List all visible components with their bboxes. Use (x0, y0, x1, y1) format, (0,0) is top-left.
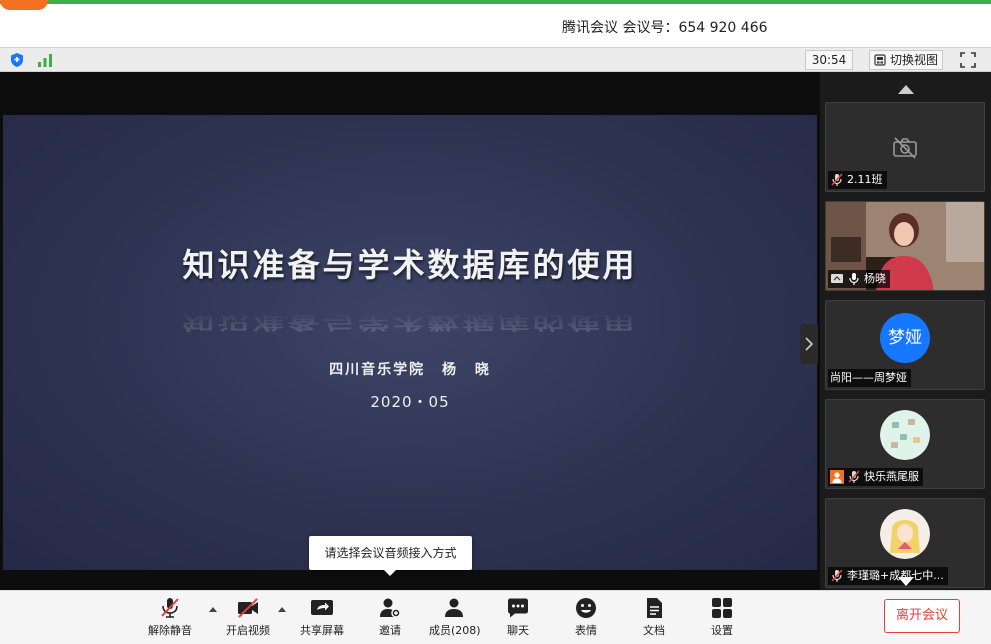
switch-view-button[interactable]: 切换视图 (869, 50, 943, 70)
main-stage: 知识准备与学术数据库的使用 知识准备与学术数据库的使用 四川音乐学院 杨 晓 2… (0, 72, 991, 590)
audio-tooltip: 请选择会议音频接入方式 (309, 536, 472, 570)
scroll-up-icon[interactable] (896, 82, 916, 96)
app-logo (0, 0, 48, 10)
participant-tile[interactable]: 梦娅 尚阳——周梦娅 (825, 300, 985, 390)
slide-date: 2020・05 (370, 393, 450, 411)
chat-button[interactable]: 聊天 (504, 597, 532, 641)
mic-muted-icon (831, 173, 843, 186)
slide-author: 四川音乐学院 杨 晓 (329, 362, 491, 378)
participant-name: 尚阳——周梦娅 (828, 369, 911, 387)
participant-tile[interactable]: 杨晓 (825, 201, 985, 291)
mic-muted-icon (161, 598, 179, 618)
switch-view-icon (874, 54, 886, 66)
leave-meeting-button[interactable]: 离开会议 (884, 599, 960, 633)
participant-name: 李瑾璐+成都七中... (828, 567, 948, 585)
screen-share-icon (831, 274, 843, 283)
fullscreen-icon[interactable] (960, 52, 976, 68)
shield-icon[interactable] (9, 52, 25, 68)
mic-muted-icon (831, 569, 843, 582)
emoji-icon (576, 598, 596, 618)
settings-grid-icon (712, 598, 732, 618)
camera-off-icon (893, 137, 917, 159)
share-screen-button[interactable]: 共享屏幕 (299, 597, 345, 641)
audio-options-caret-icon[interactable] (208, 605, 218, 613)
host-icon (830, 470, 844, 484)
switch-view-label: 切换视图 (890, 53, 939, 67)
tooltip-arrow (383, 569, 397, 576)
video-options-caret-icon[interactable] (277, 605, 287, 613)
status-bar: 30:54 切换视图 (0, 47, 991, 72)
chat-icon (508, 598, 528, 618)
scroll-down-icon[interactable] (896, 575, 916, 589)
shared-screen: 知识准备与学术数据库的使用 知识准备与学术数据库的使用 四川音乐学院 杨 晓 2… (3, 115, 817, 570)
slide-title-reflection: 知识准备与学术数据库的使用 (182, 312, 638, 333)
video-off-icon (238, 598, 258, 618)
invite-user-icon (380, 598, 401, 618)
participant-panel: 2.11班 杨晓 梦娅 尚阳——周梦娅 快乐燕尾服 李瑾璐+成都七中... (820, 72, 991, 590)
meeting-timer: 30:54 (805, 50, 853, 70)
mic-icon (849, 273, 859, 285)
avatar (880, 509, 930, 559)
settings-button[interactable]: 设置 (708, 597, 736, 641)
members-button[interactable]: 成员(208) (429, 597, 481, 641)
title-bar: 腾讯会议 会议号：654 920 466 (0, 0, 991, 47)
meeting-window: 腾讯会议 会议号：654 920 466 30:54 切换视图 知识准备与学术数… (0, 0, 991, 644)
reactions-button[interactable]: 表情 (572, 597, 600, 641)
participant-name: 快乐燕尾服 (828, 468, 923, 486)
participant-name: 2.11班 (828, 171, 887, 189)
unmute-button[interactable]: 解除静音 (146, 597, 194, 641)
invite-button[interactable]: 邀请 (375, 597, 405, 641)
meeting-title: 腾讯会议 会议号：654 920 466 (562, 20, 768, 36)
participant-tile[interactable]: 2.11班 (825, 102, 985, 192)
slide-title: 知识准备与学术数据库的使用 (182, 246, 638, 284)
bottom-toolbar: 解除静音 开启视频 共享屏幕 邀请 成员(208) 聊天 表情 文档 设置 离开… (0, 590, 991, 644)
members-icon (445, 598, 463, 617)
start-video-button[interactable]: 开启视频 (224, 597, 272, 641)
avatar: 梦娅 (880, 313, 930, 363)
avatar (880, 410, 930, 460)
participant-name: 杨晓 (828, 270, 890, 288)
mic-muted-icon (848, 470, 860, 483)
signal-strength-icon[interactable] (36, 52, 54, 68)
participant-tile[interactable]: 快乐燕尾服 (825, 399, 985, 489)
document-icon (647, 598, 662, 618)
collapse-panel-button[interactable] (800, 324, 818, 364)
share-screen-icon (311, 600, 333, 615)
docs-button[interactable]: 文档 (640, 597, 668, 641)
chevron-right-icon (805, 337, 814, 351)
